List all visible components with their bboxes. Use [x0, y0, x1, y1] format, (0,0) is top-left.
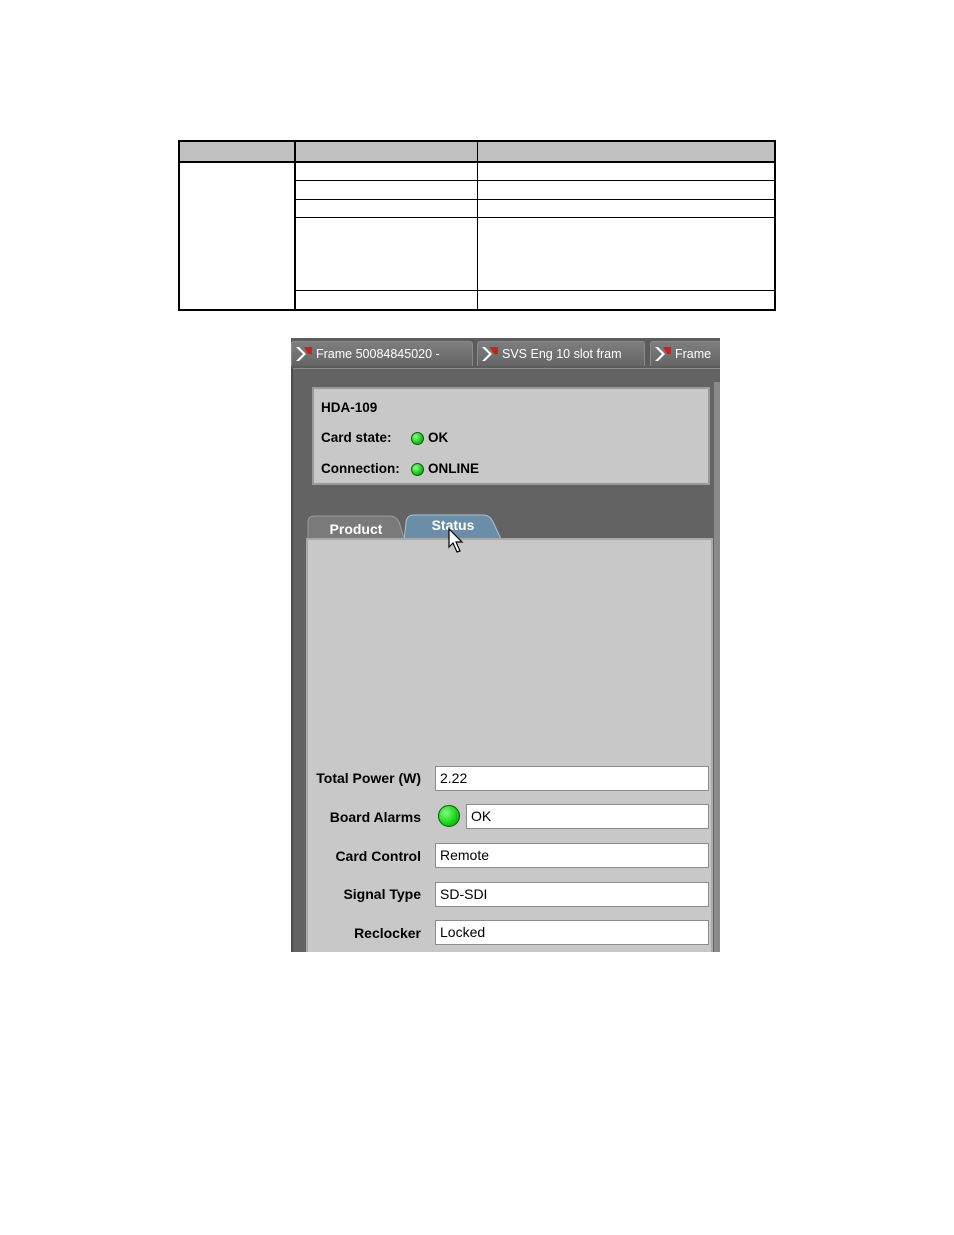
card-state-value: OK [428, 430, 449, 445]
table-column-divider [477, 142, 478, 309]
tab-product-label: Product [329, 521, 383, 537]
frame-icon [296, 347, 312, 361]
card-state-led-icon [411, 432, 424, 445]
board-alarms-led-icon [438, 805, 460, 827]
frame-tab-label: Frame 50084845020 - [316, 347, 440, 361]
total-power-field[interactable]: 2.22 [435, 766, 709, 791]
table-row-divider [296, 180, 774, 181]
frame-tab-label: SVS Eng 10 slot fram [502, 347, 622, 361]
card-control-field[interactable]: Remote [435, 843, 709, 868]
frame-tab-bar: Frame 50084845020 - SVS Eng 10 slot fram… [291, 338, 720, 369]
card-control-label: Card Control [335, 848, 421, 864]
frame-tab-3[interactable]: Frame [650, 341, 720, 366]
frame-icon [482, 347, 498, 361]
reclocker-label: Reclocker [354, 925, 421, 941]
board-alarms-field[interactable]: OK [466, 804, 709, 829]
signal-type-field[interactable]: SD-SDI [435, 882, 709, 907]
frame-tab-2[interactable]: SVS Eng 10 slot fram [477, 341, 645, 366]
window-edge [291, 368, 293, 952]
card-info-panel: HDA-109 Card state: OK Connection: ONLIN… [312, 387, 710, 485]
reclocker-field[interactable]: Locked [435, 920, 709, 945]
card-control-window: Frame 50084845020 - SVS Eng 10 slot fram… [291, 338, 720, 952]
signal-type-label: Signal Type [343, 886, 421, 902]
total-power-label: Total Power (W) [316, 770, 421, 786]
empty-table [178, 140, 776, 311]
board-alarms-label: Board Alarms [329, 809, 421, 825]
card-state-label: Card state: [321, 430, 392, 445]
tab-product[interactable]: Product [306, 514, 406, 541]
table-row-divider [296, 199, 774, 200]
mouse-cursor-icon [448, 528, 464, 553]
connection-label: Connection: [321, 461, 400, 476]
frame-tab-1[interactable]: Frame 50084845020 - [291, 341, 473, 366]
frame-tab-label: Frame [675, 347, 712, 361]
card-name: HDA-109 [321, 400, 378, 415]
table-column-divider [294, 142, 296, 309]
table-row-divider [296, 290, 774, 291]
table-row-divider [296, 217, 774, 218]
connection-value: ONLINE [428, 461, 480, 476]
connection-led-icon [411, 463, 424, 476]
frame-icon [655, 347, 671, 361]
scrollbar[interactable] [714, 382, 720, 952]
